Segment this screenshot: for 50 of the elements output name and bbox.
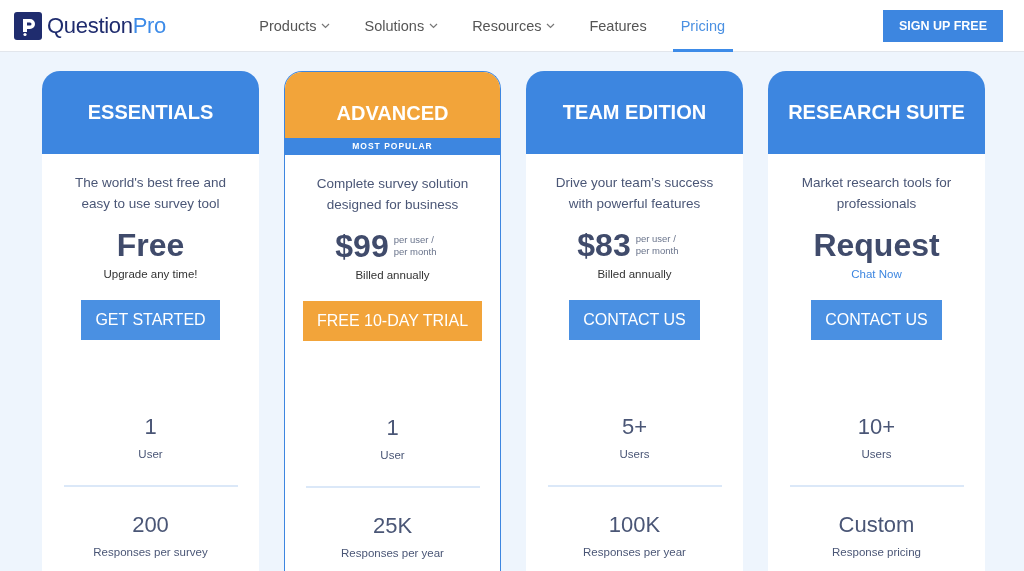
- stat-value: 200: [132, 512, 169, 538]
- plan-description: The world's best free and easy to use survey tool: [73, 174, 228, 213]
- stat-value: 1: [386, 415, 399, 441]
- stat-value: Custom: [838, 512, 915, 538]
- stat-label: Responses per year: [583, 546, 686, 558]
- plan-price: $83: [577, 226, 631, 264]
- logo-icon: [14, 11, 42, 40]
- nav-link[interactable]: Pricing: [672, 0, 733, 52]
- stat-label: Users: [861, 448, 892, 460]
- chevron-icon: [429, 22, 439, 29]
- chat-link[interactable]: Chat Now: [851, 268, 902, 280]
- plan-title: ADVANCED: [285, 72, 500, 138]
- stat-label: Response pricing: [832, 546, 921, 558]
- plan-price: Request: [813, 226, 940, 264]
- stat-value: 10+: [857, 414, 896, 440]
- nav-link[interactable]: Solutions: [356, 0, 447, 52]
- stat-label: User: [138, 448, 163, 460]
- plan-button[interactable]: GET STARTED: [81, 300, 220, 340]
- nav-link[interactable]: Products: [251, 0, 339, 52]
- plan-title: ESSENTIALS: [42, 71, 259, 154]
- stat-value: 1: [144, 414, 157, 440]
- plan-price: Free: [116, 226, 185, 264]
- stat-label: Responses per year: [341, 547, 444, 559]
- price-note: per user / per month: [393, 234, 438, 258]
- chevron-icon: [321, 22, 331, 29]
- plan-price: $99: [335, 227, 389, 265]
- nav-link[interactable]: Features: [581, 0, 655, 52]
- plan-button[interactable]: FREE 10-DAY TRIAL: [302, 301, 483, 341]
- billing-note: Billed annually: [597, 268, 672, 280]
- plan-button[interactable]: CONTACT US: [811, 300, 942, 340]
- plan-title: TEAM EDITION: [526, 71, 743, 154]
- brand-name[interactable]: QuestionPro: [47, 12, 166, 39]
- plan-description: Complete survey solution designed for business: [315, 175, 470, 214]
- nav-link[interactable]: Resources: [464, 0, 564, 52]
- plan-button[interactable]: CONTACT US: [569, 300, 700, 340]
- chevron-icon: [546, 22, 556, 29]
- stat-label: User: [380, 449, 405, 461]
- stat-label: Users: [619, 448, 650, 460]
- plan-description: Drive your team’s success with powerful features: [554, 174, 715, 213]
- stat-label: Responses per survey: [93, 546, 208, 558]
- plan-description: Market research tools for professionals: [800, 174, 953, 213]
- billing-note: Billed annually: [355, 269, 430, 281]
- stat-value: 25K: [372, 513, 413, 539]
- billing-note: Upgrade any time!: [103, 268, 198, 280]
- sign-up-button[interactable]: SIGN UP FREE: [883, 9, 1003, 42]
- plan-title: RESEARCH SUITE: [768, 71, 985, 154]
- price-note: per user / per month: [635, 233, 680, 257]
- stat-value: 100K: [608, 512, 661, 538]
- popular-badge: MOST POPULAR: [285, 138, 500, 155]
- stat-value: 5+: [621, 414, 648, 440]
